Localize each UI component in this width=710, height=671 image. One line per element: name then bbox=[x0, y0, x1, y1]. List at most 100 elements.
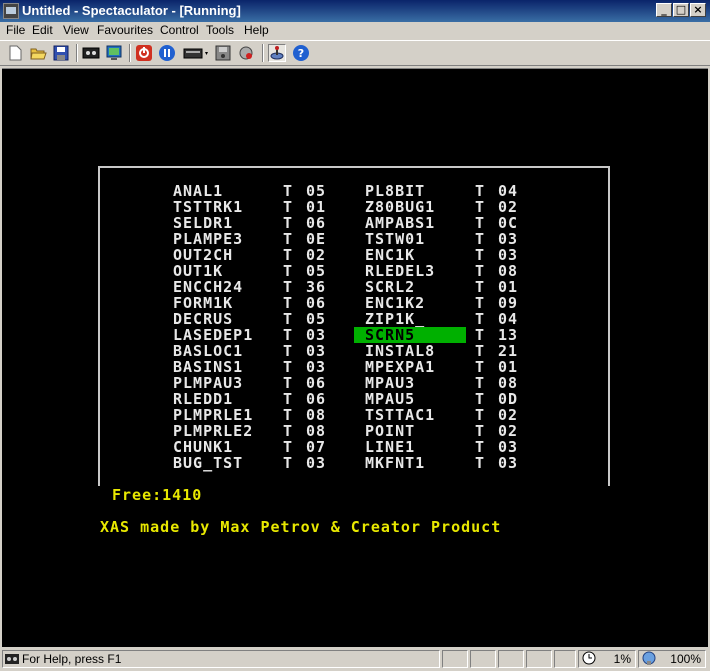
menu-control[interactable]: Control bbox=[160, 23, 199, 37]
catalog-entry-sectors: 36 bbox=[306, 278, 327, 296]
catalog-entry-name[interactable]: Z80BUG1 bbox=[365, 199, 435, 215]
catalog-entry-sectors: 04 bbox=[498, 182, 519, 200]
catalog-entry-name[interactable]: SELDR1 bbox=[173, 215, 233, 231]
catalog-entry-name[interactable]: PLMPRLE2 bbox=[173, 423, 253, 439]
catalog-entry-name[interactable]: ENCCH24 bbox=[173, 279, 243, 295]
catalog-entry-sectors: 06 bbox=[306, 214, 327, 232]
status-panel-3 bbox=[498, 650, 524, 668]
free-space-text: Free:1410 bbox=[112, 486, 203, 504]
maximize-button[interactable]: □ bbox=[673, 3, 689, 17]
catalog-entry-sectors: 02 bbox=[498, 198, 519, 216]
catalog-entry-sectors: 03 bbox=[498, 454, 519, 472]
catalog-entry-name[interactable]: PL8BIT bbox=[365, 183, 425, 199]
catalog-entry-type: T bbox=[475, 182, 486, 200]
catalog-entry-selected[interactable]: SCRN5 bbox=[354, 327, 466, 343]
catalog-entry-name[interactable]: CHUNK1 bbox=[173, 439, 233, 455]
menu-view[interactable]: View bbox=[63, 23, 89, 37]
catalog-entry-sectors: 07 bbox=[306, 438, 327, 456]
catalog-entry-name[interactable]: DECRUS bbox=[173, 311, 233, 327]
status-panel-5 bbox=[554, 650, 576, 668]
catalog-entry-name[interactable]: BASINS1 bbox=[173, 359, 243, 375]
catalog-entry-type: T bbox=[475, 374, 486, 392]
catalog-entry-name[interactable]: MKFNT1 bbox=[365, 455, 425, 471]
catalog-entry-sectors: 08 bbox=[498, 262, 519, 280]
catalog-entry-name[interactable]: SCRL2 bbox=[365, 279, 415, 295]
emulator-screen[interactable]: ANAL1 T 05 TSTTRK1 T 01 SELDR1 T 06 PLAMPE3 T 0E OUT… bbox=[2, 68, 708, 647]
catalog-entry-type: T bbox=[475, 198, 486, 216]
catalog-entry-type: T bbox=[475, 214, 486, 232]
catalog-entry-name[interactable]: BUG_TST bbox=[173, 455, 243, 471]
app-icon[interactable] bbox=[3, 3, 19, 19]
minimize-button[interactable]: _ bbox=[656, 3, 672, 17]
catalog-entry-sectors: 06 bbox=[306, 390, 327, 408]
catalog-entry-type: T bbox=[283, 454, 294, 472]
catalog-entry-name[interactable]: OUT2CH bbox=[173, 247, 233, 263]
catalog-entry-name[interactable]: ZIP1K_ bbox=[365, 311, 425, 327]
catalog-entry-sectors: 13 bbox=[498, 326, 519, 344]
clock-icon bbox=[582, 651, 596, 665]
title-bar: Untitled - Spectaculator - [Running] _ □… bbox=[0, 0, 710, 22]
speed-value: 100% bbox=[670, 652, 701, 666]
catalog-entry-name[interactable]: RLEDD1 bbox=[173, 391, 233, 407]
disk-icon[interactable] bbox=[214, 44, 232, 62]
menu-favourites[interactable]: Favourites bbox=[97, 23, 153, 37]
status-panel-2 bbox=[470, 650, 496, 668]
close-button[interactable]: × bbox=[690, 3, 706, 17]
menu-tools[interactable]: Tools bbox=[206, 23, 234, 37]
power-icon[interactable] bbox=[135, 44, 153, 62]
catalog-entry-name[interactable]: POINT bbox=[365, 423, 415, 439]
catalog-entry-name[interactable]: PLMPAU3 bbox=[173, 375, 243, 391]
catalog-entry-name[interactable]: MPAU3 bbox=[365, 375, 415, 391]
help-icon[interactable]: ? bbox=[292, 44, 310, 62]
joystick-icon[interactable] bbox=[268, 44, 286, 62]
save-disk-icon[interactable] bbox=[52, 44, 70, 62]
catalog-entry-name[interactable]: AMPABS1 bbox=[365, 215, 435, 231]
catalog-entry-name[interactable]: TSTTAC1 bbox=[365, 407, 435, 423]
menu-file[interactable]: File bbox=[6, 23, 25, 37]
speed-icon bbox=[642, 651, 656, 665]
catalog-entry-sectors: 01 bbox=[498, 358, 519, 376]
toolbar: ? bbox=[0, 40, 710, 66]
catalog-entry-name[interactable]: ANAL1 bbox=[173, 183, 223, 199]
catalog-entry-name[interactable]: MPEXPA1 bbox=[365, 359, 435, 375]
pause-icon[interactable] bbox=[158, 44, 176, 62]
catalog-entry-type: T bbox=[475, 278, 486, 296]
svg-text:?: ? bbox=[298, 47, 304, 60]
open-folder-icon[interactable] bbox=[29, 44, 47, 62]
catalog-entry-name[interactable]: ENC1K2 bbox=[365, 295, 425, 311]
catalog-entry-type: T bbox=[283, 198, 294, 216]
catalog-entry-sectors: 08 bbox=[306, 406, 327, 424]
catalog-entry-name[interactable]: ENC1K bbox=[365, 247, 415, 263]
catalog-entry-name[interactable]: PLMPRLE1 bbox=[173, 407, 253, 423]
catalog-entry-name[interactable]: FORM1K bbox=[173, 295, 233, 311]
catalog-entry-name[interactable]: TSTW01 bbox=[365, 231, 425, 247]
catalog-entry-type: T bbox=[283, 278, 294, 296]
tape-icon[interactable] bbox=[82, 44, 100, 62]
catalog-entry-type: T bbox=[475, 342, 486, 360]
speed-panel: 100% bbox=[638, 650, 706, 668]
new-file-icon[interactable] bbox=[6, 44, 24, 62]
monitor-icon[interactable] bbox=[105, 44, 123, 62]
catalog-entry-name[interactable]: INSTAL8 bbox=[365, 343, 435, 359]
catalog-entry-type: T bbox=[283, 310, 294, 328]
catalog-entry-name[interactable]: OUT1K bbox=[173, 263, 223, 279]
virus-icon[interactable] bbox=[237, 44, 255, 62]
catalog-entry-type: T bbox=[283, 390, 294, 408]
catalog-entry-type: T bbox=[283, 326, 294, 344]
catalog-entry-name[interactable]: PLAMPE3 bbox=[173, 231, 243, 247]
catalog-entry-name[interactable]: BASLOC1 bbox=[173, 343, 243, 359]
catalog-entry-name[interactable]: LINE1 bbox=[365, 439, 415, 455]
catalog-entry-name[interactable]: TSTTRK1 bbox=[173, 199, 243, 215]
catalog-entry-sectors: 02 bbox=[498, 406, 519, 424]
catalog-entry-name[interactable]: MPAU5 bbox=[365, 391, 415, 407]
catalog-entry-name[interactable]: RLEDEL3 bbox=[365, 263, 435, 279]
keyboard-icon[interactable] bbox=[183, 44, 211, 62]
catalog-entry-type: T bbox=[283, 214, 294, 232]
catalog-entry-name[interactable]: LASEDEP1 bbox=[173, 327, 253, 343]
status-help-text: For Help, press F1 bbox=[22, 652, 122, 666]
catalog-entry-sectors: 06 bbox=[306, 294, 327, 312]
menu-help[interactable]: Help bbox=[244, 23, 269, 37]
menu-edit[interactable]: Edit bbox=[32, 23, 53, 37]
catalog-entry-type: T bbox=[283, 374, 294, 392]
catalog-entry-type: T bbox=[475, 326, 486, 344]
